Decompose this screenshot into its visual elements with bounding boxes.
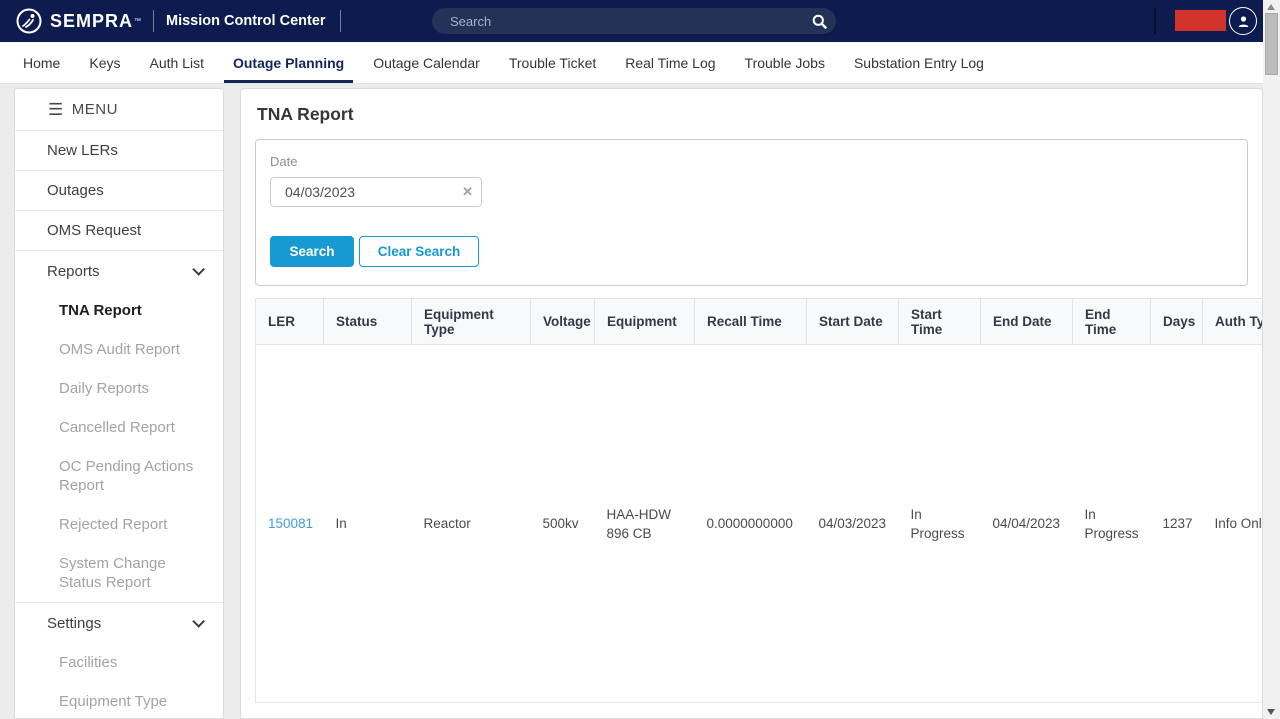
- menu-label: MENU: [72, 101, 118, 118]
- tab-outage-planning[interactable]: Outage Planning: [233, 42, 344, 83]
- column-header-status[interactable]: Status: [324, 299, 412, 345]
- cell-ler: 150081: [256, 345, 324, 703]
- cell-equipment: HAA-HDW 896 CB: [595, 345, 695, 703]
- hamburger-icon: ☰: [48, 101, 64, 118]
- global-search-input[interactable]: [432, 14, 802, 29]
- column-header-auth-type[interactable]: Auth Type: [1203, 299, 1264, 345]
- tab-auth-list[interactable]: Auth List: [149, 42, 203, 83]
- chevron-down-icon: [192, 615, 205, 628]
- sidebar-group-settings[interactable]: Settings: [15, 603, 223, 643]
- sidebar-item-equipment-type[interactable]: Equipment Type: [15, 682, 223, 719]
- date-field-label: Date: [270, 154, 1231, 169]
- tab-substation-entry-log[interactable]: Substation Entry Log: [854, 42, 984, 83]
- sidebar-item-rejected-report[interactable]: Rejected Report: [15, 505, 223, 544]
- search-button[interactable]: Search: [270, 236, 354, 267]
- table-row: 150081 In Reactor 500kv HAA-HDW 896 CB 0…: [256, 345, 1264, 703]
- tab-outage-calendar[interactable]: Outage Calendar: [373, 42, 480, 83]
- column-header-end-time[interactable]: End Time: [1073, 299, 1151, 345]
- cell-recall-time: 0.0000000000: [695, 345, 807, 703]
- vertical-scrollbar[interactable]: [1263, 0, 1280, 719]
- column-header-recall-time[interactable]: Recall Time: [695, 299, 807, 345]
- app-root: SEMPRA™ Mission Control Center Home Ke: [0, 0, 1280, 719]
- sidebar-item-daily-reports[interactable]: Daily Reports: [15, 369, 223, 408]
- user-avatar-button[interactable]: [1229, 7, 1257, 35]
- top-header-bar: SEMPRA™ Mission Control Center: [0, 0, 1280, 42]
- column-header-end-date[interactable]: End Date: [981, 299, 1073, 345]
- sidebar: ☰ MENU New LERs Outages OMS Request Repo…: [14, 88, 224, 719]
- column-header-equipment-type[interactable]: Equipment Type: [412, 299, 531, 345]
- tab-real-time-log[interactable]: Real Time Log: [625, 42, 715, 83]
- sidebar-item-oms-audit-report[interactable]: OMS Audit Report: [15, 330, 223, 369]
- cell-end-time: In Progress: [1073, 345, 1151, 703]
- column-header-voltage[interactable]: Voltage: [531, 299, 595, 345]
- brand-trademark: ™: [134, 18, 141, 25]
- tab-home[interactable]: Home: [23, 42, 60, 83]
- tab-keys[interactable]: Keys: [89, 42, 120, 83]
- chevron-down-icon: [192, 263, 205, 276]
- sidebar-item-tna-report[interactable]: TNA Report: [15, 291, 223, 330]
- scrollbar-down-arrow-icon[interactable]: [1267, 709, 1275, 715]
- cell-start-time: In Progress: [899, 345, 981, 703]
- results-table-container: LER Status Equipment Type Voltage Equipm…: [255, 298, 1263, 703]
- column-header-ler[interactable]: LER: [256, 299, 324, 345]
- date-input[interactable]: [270, 177, 482, 207]
- cell-auth-type: Info Only: [1203, 345, 1264, 703]
- sidebar-item-outages[interactable]: Outages: [15, 171, 223, 211]
- sidebar-item-cancelled-report[interactable]: Cancelled Report: [15, 408, 223, 447]
- sidebar-menu-toggle[interactable]: ☰ MENU: [15, 89, 223, 131]
- column-header-start-time[interactable]: Start Time: [899, 299, 981, 345]
- redacted-user-label: [1175, 10, 1226, 31]
- global-search-button[interactable]: [802, 8, 836, 34]
- column-header-equipment[interactable]: Equipment: [595, 299, 695, 345]
- sidebar-group-reports[interactable]: Reports: [15, 251, 223, 291]
- header-divider: [340, 10, 341, 32]
- column-header-days[interactable]: Days: [1151, 299, 1203, 345]
- scrollbar-up-arrow-icon[interactable]: [1267, 4, 1275, 10]
- filter-panel: Date ✕ Search Clear Search: [255, 139, 1248, 286]
- page-title: TNA Report: [241, 89, 1262, 125]
- sidebar-item-new-lers[interactable]: New LERs: [15, 131, 223, 171]
- results-table: LER Status Equipment Type Voltage Equipm…: [255, 298, 1263, 703]
- tab-trouble-ticket[interactable]: Trouble Ticket: [509, 42, 596, 83]
- reports-group-label: Reports: [47, 263, 100, 280]
- table-header-row: LER Status Equipment Type Voltage Equipm…: [256, 299, 1264, 345]
- search-icon: [812, 14, 827, 29]
- sidebar-item-oms-request[interactable]: OMS Request: [15, 211, 223, 251]
- date-field: ✕: [270, 177, 482, 207]
- sidebar-item-facilities[interactable]: Facilities: [15, 643, 223, 682]
- settings-group-label: Settings: [47, 615, 101, 632]
- brand-group: SEMPRA™: [16, 8, 141, 34]
- clear-search-button[interactable]: Clear Search: [359, 236, 479, 267]
- cell-voltage: 500kv: [531, 345, 595, 703]
- global-search: [432, 8, 836, 34]
- cell-end-date: 04/04/2023: [981, 345, 1073, 703]
- app-title: Mission Control Center: [166, 13, 326, 29]
- filter-buttons: Search Clear Search: [270, 236, 1231, 267]
- sidebar-item-system-change-status-report[interactable]: System Change Status Report: [15, 544, 223, 602]
- sidebar-item-oc-pending-actions-report[interactable]: OC Pending Actions Report: [15, 447, 223, 505]
- cell-status: In: [324, 345, 412, 703]
- primary-nav-tabs: Home Keys Auth List Outage Planning Outa…: [0, 42, 1280, 84]
- date-clear-icon[interactable]: ✕: [462, 184, 473, 200]
- header-divider: [153, 10, 154, 32]
- scrollbar-thumb[interactable]: [1265, 13, 1278, 75]
- person-icon: [1236, 14, 1251, 29]
- sempra-logo-icon: [16, 8, 42, 34]
- column-header-start-date[interactable]: Start Date: [807, 299, 899, 345]
- ler-link[interactable]: 150081: [268, 516, 313, 531]
- header-divider: [1154, 8, 1156, 34]
- brand-name: SEMPRA: [50, 11, 133, 32]
- cell-equipment-type: Reactor: [412, 345, 531, 703]
- cell-start-date: 04/03/2023: [807, 345, 899, 703]
- cell-days: 1237: [1151, 345, 1203, 703]
- tab-trouble-jobs[interactable]: Trouble Jobs: [745, 42, 825, 83]
- main-content: TNA Report Date ✕ Search Clear Search: [240, 88, 1263, 719]
